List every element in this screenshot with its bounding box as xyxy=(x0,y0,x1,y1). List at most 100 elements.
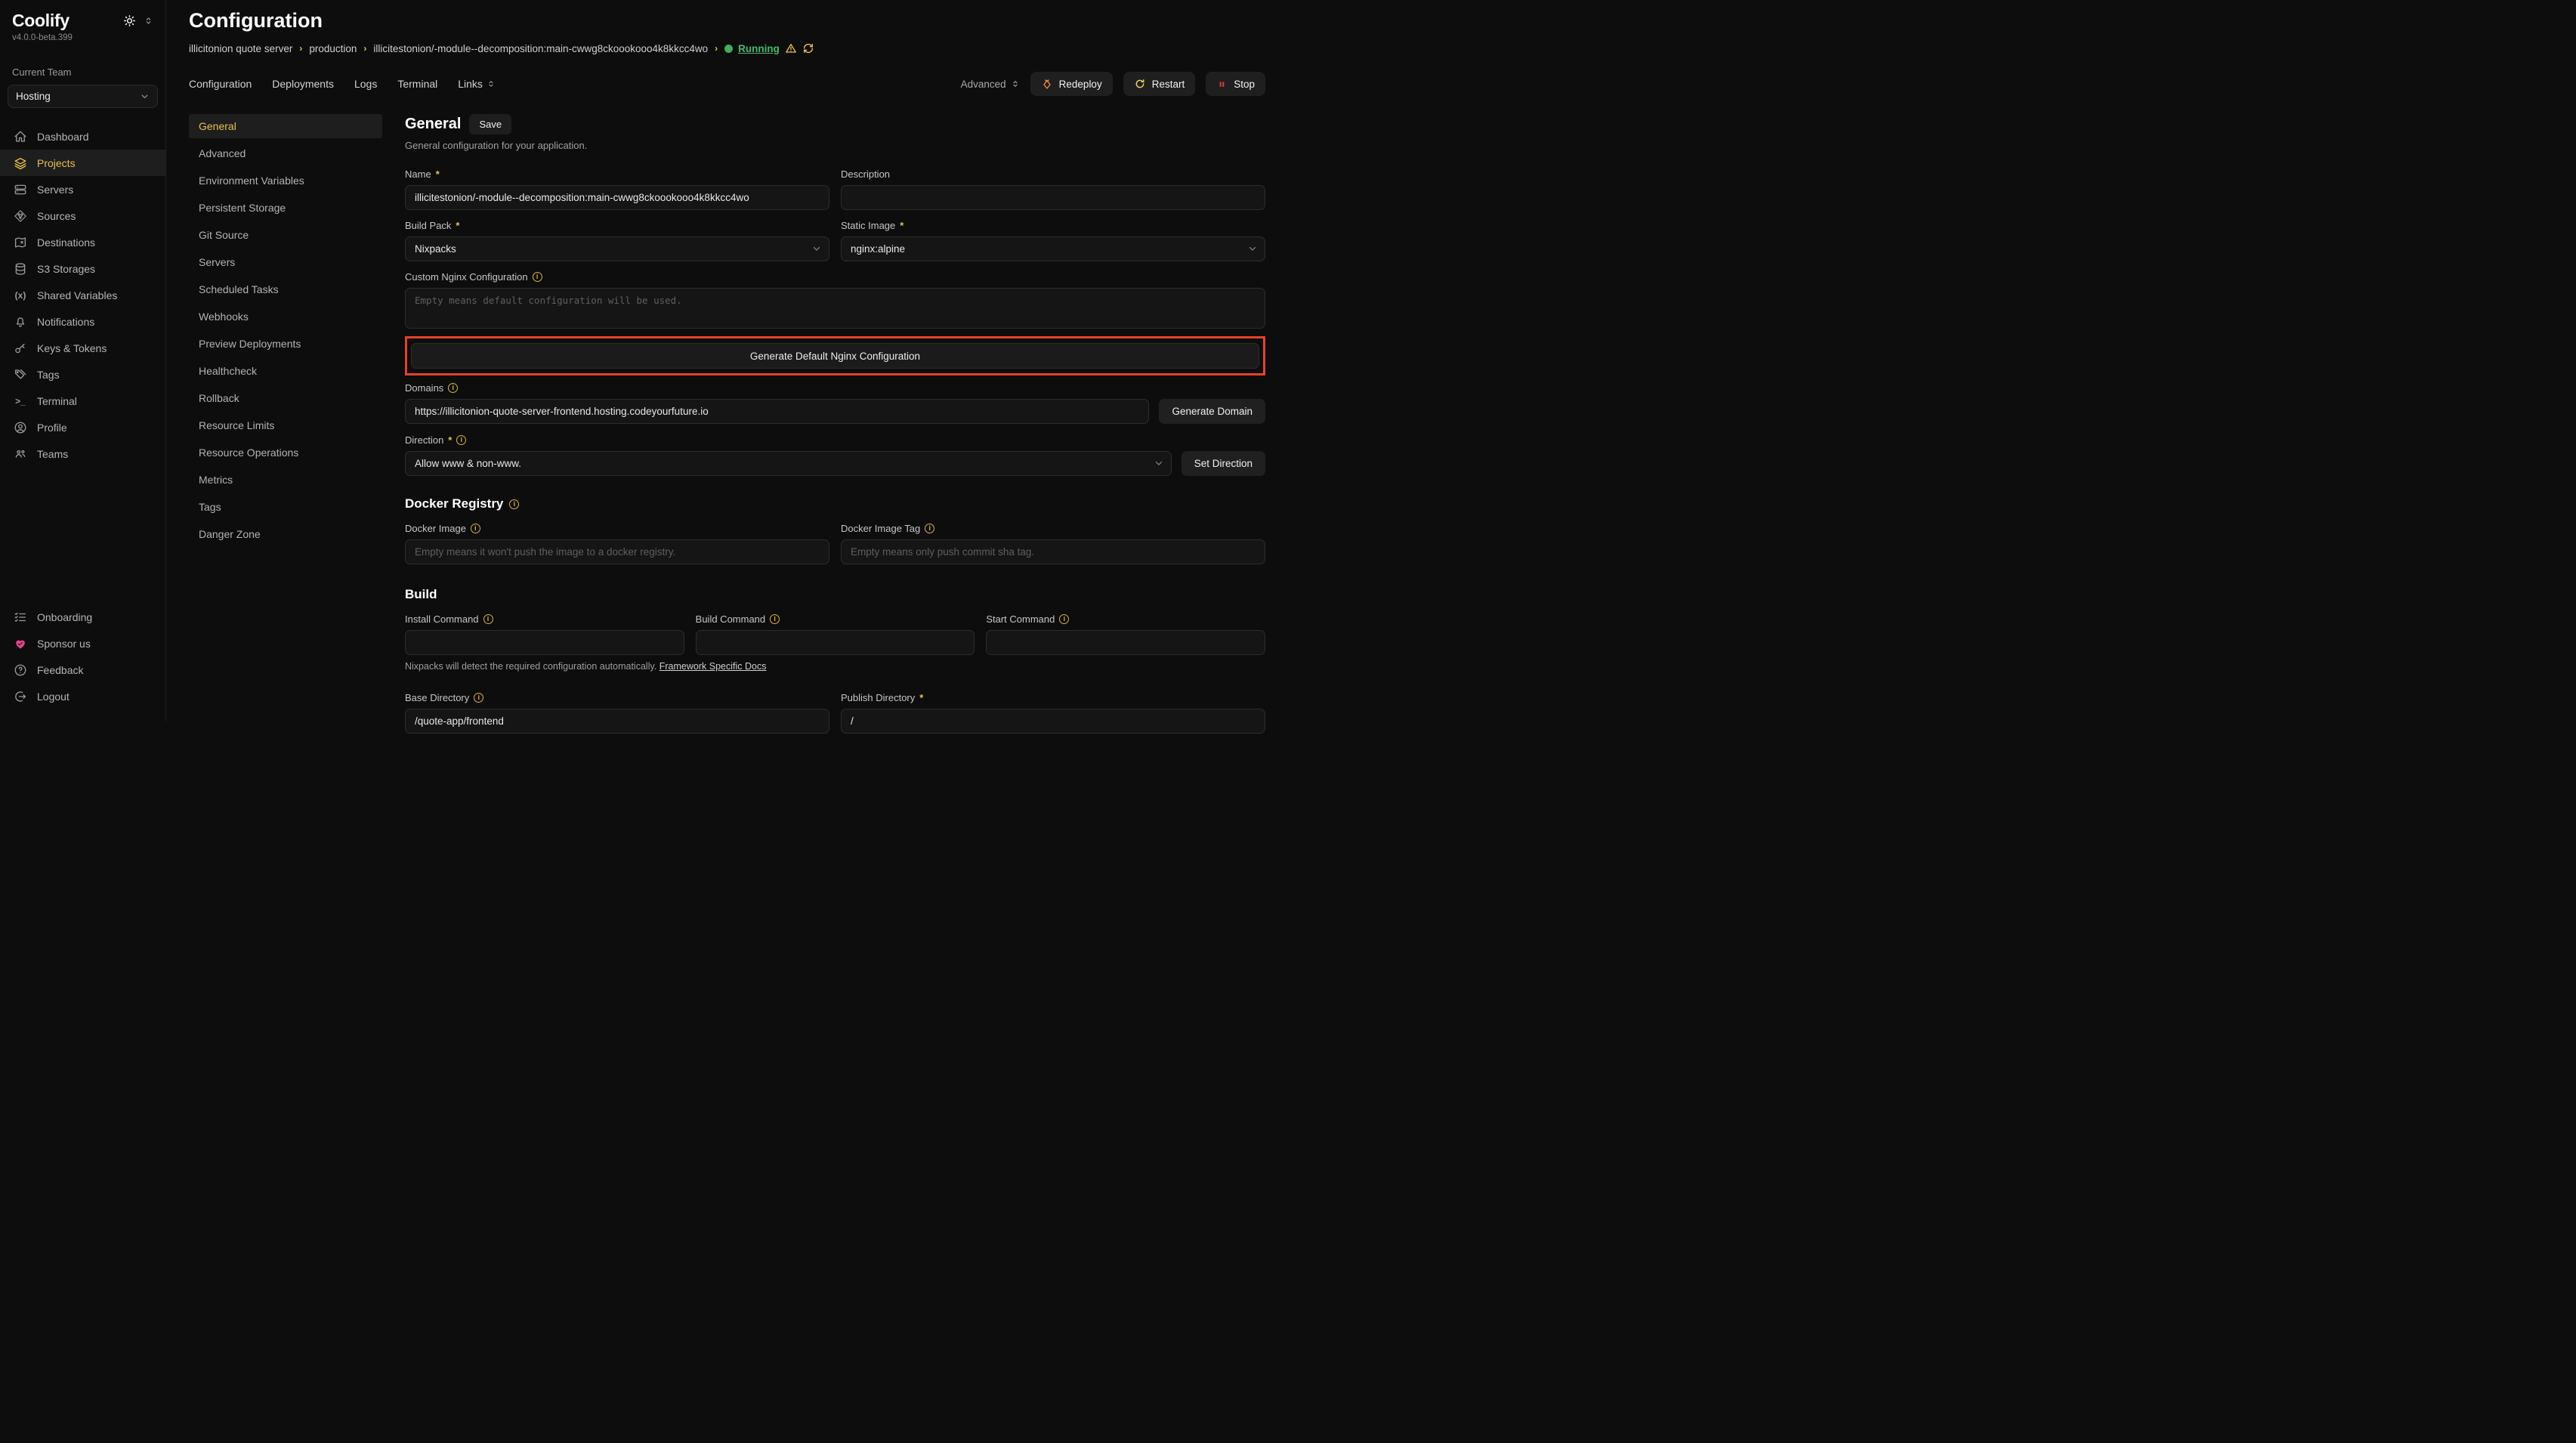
config-menu-environment-variables[interactable]: Environment Variables xyxy=(189,168,382,193)
theme-switcher-chevrons-icon[interactable] xyxy=(144,16,153,26)
build-pack-select[interactable]: Nixpacks xyxy=(405,236,829,261)
sidebar-item-label: Dashboard xyxy=(37,131,89,143)
map-icon xyxy=(14,236,27,249)
info-icon: i xyxy=(448,383,458,393)
sidebar-item-tags[interactable]: Tags xyxy=(0,361,165,388)
config-menu-scheduled-tasks[interactable]: Scheduled Tasks xyxy=(189,277,382,301)
tab-terminal[interactable]: Terminal xyxy=(397,78,437,90)
database-icon xyxy=(14,262,27,276)
base-directory-label: Base Directoryi xyxy=(405,692,829,703)
generate-nginx-config-button[interactable]: Generate Default Nginx Configuration xyxy=(411,343,1259,369)
set-direction-button[interactable]: Set Direction xyxy=(1181,451,1265,476)
config-menu-servers[interactable]: Servers xyxy=(189,250,382,274)
sidebar-item-label: Projects xyxy=(37,157,76,169)
config-menu-resource-operations[interactable]: Resource Operations xyxy=(189,440,382,465)
section-title: General xyxy=(405,116,461,133)
team-select[interactable]: Hosting xyxy=(8,85,158,108)
custom-nginx-label: Custom Nginx Configurationi xyxy=(405,271,1265,283)
sidebar-item-feedback[interactable]: Feedback xyxy=(0,657,165,683)
config-menu-git-source[interactable]: Git Source xyxy=(189,223,382,247)
config-menu-healthcheck[interactable]: Healthcheck xyxy=(189,359,382,383)
config-menu-persistent-storage[interactable]: Persistent Storage xyxy=(189,196,382,220)
config-menu-rollback[interactable]: Rollback xyxy=(189,386,382,410)
sidebar-item-sources[interactable]: Sources xyxy=(0,202,165,229)
page-title: Configuration xyxy=(189,9,1265,32)
sidebar-item-terminal[interactable]: >_ Terminal xyxy=(0,388,165,414)
stop-button[interactable]: Stop xyxy=(1206,72,1265,96)
git-fork-icon xyxy=(14,209,27,223)
tab-links[interactable]: Links xyxy=(458,78,496,90)
restart-button[interactable]: Restart xyxy=(1123,72,1196,96)
users-icon xyxy=(14,447,27,461)
chevron-right-icon: › xyxy=(299,43,302,54)
sidebar-item-servers[interactable]: Servers xyxy=(0,176,165,202)
warning-icon[interactable] xyxy=(785,42,797,54)
docker-image-input[interactable] xyxy=(405,539,829,564)
config-menu-general[interactable]: General xyxy=(189,114,382,138)
config-menu-tags[interactable]: Tags xyxy=(189,495,382,519)
info-icon: i xyxy=(474,693,483,703)
custom-nginx-textarea[interactable] xyxy=(405,288,1265,329)
tab-bar: Configuration Deployments Logs Terminal … xyxy=(189,78,496,90)
framework-docs-link[interactable]: Framework Specific Docs xyxy=(659,661,767,672)
sidebar-item-projects[interactable]: Projects xyxy=(0,150,165,176)
sidebar-item-logout[interactable]: Logout xyxy=(0,683,165,709)
config-menu-advanced[interactable]: Advanced xyxy=(189,141,382,165)
sidebar-item-notifications[interactable]: Notifications xyxy=(0,308,165,335)
config-menu-metrics[interactable]: Metrics xyxy=(189,468,382,492)
publish-directory-label: Publish Directory* xyxy=(841,692,1265,703)
sidebar-item-profile[interactable]: Profile xyxy=(0,414,165,440)
domains-input[interactable] xyxy=(405,399,1149,424)
static-image-label: Static Image* xyxy=(841,220,1265,231)
generate-domain-button[interactable]: Generate Domain xyxy=(1159,399,1265,424)
static-image-select[interactable]: nginx:alpine xyxy=(841,236,1265,261)
name-label: Name* xyxy=(405,168,829,180)
sidebar-item-destinations[interactable]: Destinations xyxy=(0,229,165,255)
config-menu-resource-limits[interactable]: Resource Limits xyxy=(189,413,382,437)
sidebar-item-label: S3 Storages xyxy=(37,263,95,275)
tab-deployments[interactable]: Deployments xyxy=(272,78,334,90)
sidebar-item-onboarding[interactable]: Onboarding xyxy=(0,604,165,630)
status-label[interactable]: Running xyxy=(738,43,780,54)
config-menu-webhooks[interactable]: Webhooks xyxy=(189,304,382,329)
sidebar-item-s3-storages[interactable]: S3 Storages xyxy=(0,255,165,282)
sidebar-item-dashboard[interactable]: Dashboard xyxy=(0,123,165,150)
name-input[interactable] xyxy=(405,185,829,210)
sidebar-item-sponsor-us[interactable]: Sponsor us xyxy=(0,630,165,657)
stop-label: Stop xyxy=(1234,79,1255,90)
status-dot xyxy=(724,45,733,53)
build-command-input[interactable] xyxy=(696,630,975,655)
breadcrumb-application[interactable]: illicitestonion/-module--decomposition:m… xyxy=(373,43,708,54)
start-command-input[interactable] xyxy=(986,630,1265,655)
description-input[interactable] xyxy=(841,185,1265,210)
tab-logs[interactable]: Logs xyxy=(354,78,377,90)
sidebar-item-shared-variables[interactable]: (x) Shared Variables xyxy=(0,282,165,308)
redeploy-button[interactable]: Redeploy xyxy=(1030,72,1113,96)
publish-directory-input[interactable] xyxy=(841,709,1265,734)
direction-select[interactable]: Allow www & non-www. xyxy=(405,451,1172,476)
install-command-input[interactable] xyxy=(405,630,684,655)
config-menu-preview-deployments[interactable]: Preview Deployments xyxy=(189,332,382,356)
redeploy-label: Redeploy xyxy=(1059,79,1102,90)
sidebar-item-label: Tags xyxy=(37,369,60,381)
config-menu-danger-zone[interactable]: Danger Zone xyxy=(189,522,382,546)
current-team-label: Current Team xyxy=(0,66,165,78)
info-icon: i xyxy=(483,614,493,624)
sidebar-item-keys-tokens[interactable]: Keys & Tokens xyxy=(0,335,165,361)
theme-toggle-sun-icon[interactable] xyxy=(123,14,136,27)
stop-icon xyxy=(1216,79,1228,90)
docker-image-label: Docker Imagei xyxy=(405,523,829,534)
refresh-icon[interactable] xyxy=(802,42,814,54)
advanced-dropdown[interactable]: Advanced xyxy=(961,79,1020,90)
breadcrumb-environment[interactable]: production xyxy=(309,43,357,54)
redeploy-icon xyxy=(1041,78,1053,90)
save-button[interactable]: Save xyxy=(469,114,511,134)
sidebar-item-teams[interactable]: Teams xyxy=(0,440,165,467)
build-pack-value: Nixpacks xyxy=(415,243,456,255)
breadcrumb-project[interactable]: illicitonion quote server xyxy=(189,43,292,54)
sidebar-nav: Dashboard Projects Servers Sources Desti… xyxy=(0,123,165,467)
tab-configuration[interactable]: Configuration xyxy=(189,78,252,90)
base-directory-input[interactable] xyxy=(405,709,829,734)
docker-image-tag-input[interactable] xyxy=(841,539,1265,564)
info-icon: i xyxy=(1059,614,1069,624)
